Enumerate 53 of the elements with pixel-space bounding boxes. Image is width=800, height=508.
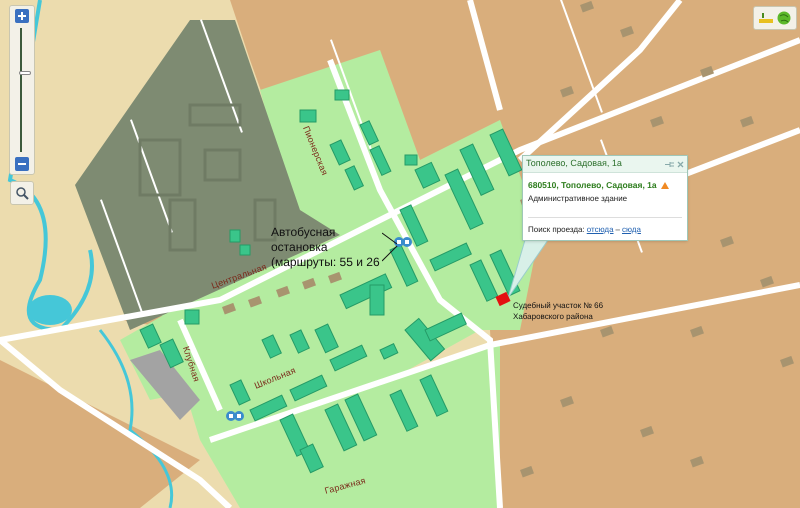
building-icon: [302, 278, 316, 290]
building-outline: [188, 104, 242, 126]
route-to-link[interactable]: сюда: [622, 224, 641, 236]
popup-description: Административное здание: [528, 192, 628, 205]
building-icon: [276, 286, 290, 298]
lake: [28, 295, 72, 325]
building-icon: [760, 276, 774, 288]
building-icon: [369, 145, 392, 176]
building-icon: [780, 356, 794, 368]
building-icon: [740, 116, 754, 128]
zoom-slider-thumb[interactable]: [19, 70, 31, 75]
building-icon: [690, 326, 704, 338]
building-icon: [560, 396, 574, 408]
building-icon: [334, 90, 350, 100]
zoom-in-button[interactable]: [15, 9, 29, 23]
building-icon: [640, 426, 654, 438]
building-icon: [690, 456, 704, 468]
building-icon: [230, 230, 240, 242]
building-icon: [184, 310, 200, 324]
popup-pointer: [508, 240, 549, 298]
route-from-link[interactable]: отсюда: [586, 224, 614, 236]
warning-icon: [660, 182, 669, 189]
ruler-icon[interactable]: [759, 12, 773, 24]
site-annotation: Судебный участок № 66 Хабаровского района: [513, 300, 604, 322]
minus-icon: [18, 160, 26, 168]
route-label: Поиск проезда:: [528, 224, 585, 236]
building-icon: [222, 302, 236, 315]
route-separator: –: [616, 224, 620, 236]
building-icon: [240, 244, 250, 256]
building-icon: [560, 86, 574, 98]
building-icon: [720, 236, 734, 248]
street-label: Гаражная: [323, 474, 368, 498]
zoom-area-button[interactable]: [10, 181, 34, 205]
globe-icon[interactable]: [777, 11, 791, 25]
building-icon: [139, 323, 162, 349]
building-icon: [700, 66, 714, 78]
leader-line: [382, 232, 398, 262]
building-outline: [138, 138, 182, 196]
building-icon: [650, 116, 664, 128]
popup-title: Тополево, Садовая, 1а: [526, 157, 622, 170]
building-icon: [359, 120, 380, 146]
building-icon: [248, 296, 262, 308]
zoom-out-button[interactable]: [15, 157, 29, 171]
plus-icon: [18, 12, 26, 20]
building-icon: [600, 326, 614, 338]
building-icon: [580, 0, 594, 13]
search-icon: [15, 186, 29, 200]
building-icon: [520, 466, 534, 478]
bus-stop-icon[interactable]: [394, 236, 412, 248]
building-icon: [300, 110, 316, 122]
popup-address: 680510, Тополево, Садовая, 1а: [528, 179, 657, 192]
building-icon: [620, 26, 634, 38]
building-outline: [168, 198, 196, 252]
